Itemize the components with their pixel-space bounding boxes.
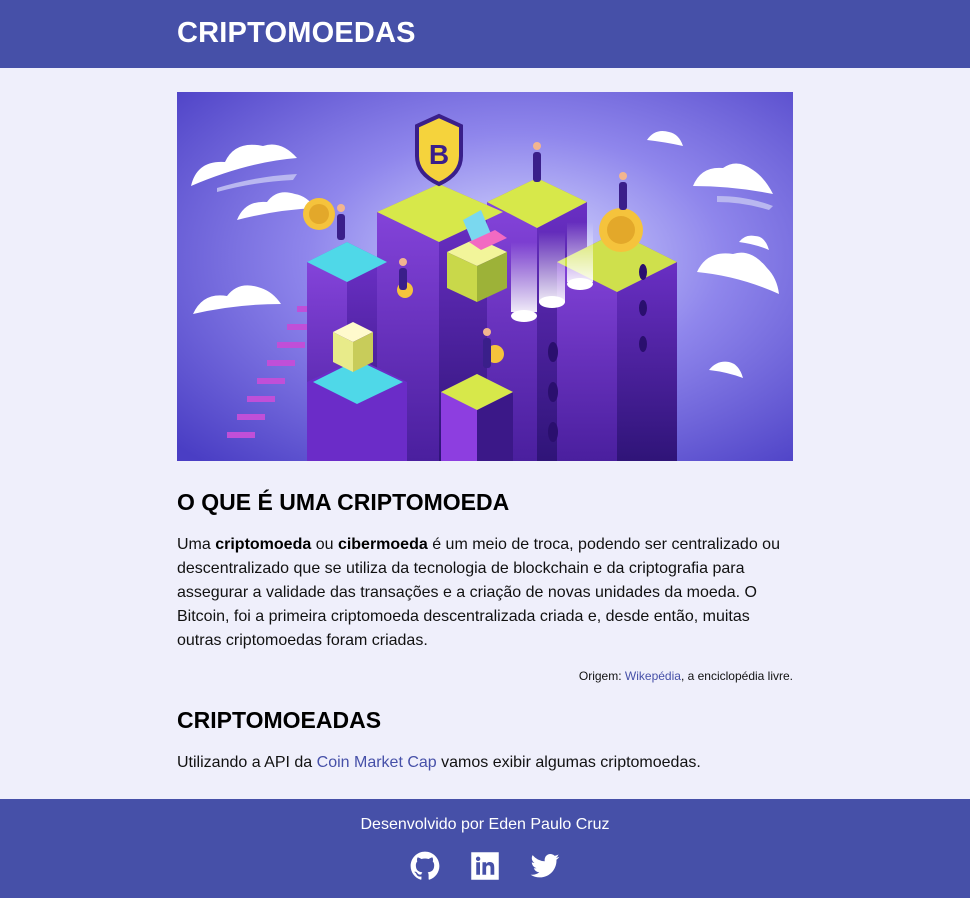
- intro-text: Uma: [177, 536, 216, 553]
- twitter-icon: [530, 853, 560, 878]
- term-cibermoeda: cibermoeda: [337, 536, 428, 553]
- github-icon: [410, 851, 440, 880]
- intro-text: ou: [311, 536, 338, 553]
- api-suffix: vamos exibir algumas criptomoedas.: [436, 754, 701, 771]
- api-paragraph: Utilizando a API da Coin Market Cap vamo…: [177, 754, 793, 772]
- wikipedia-link[interactable]: Wikepédia: [625, 669, 681, 683]
- intro-paragraph: Uma criptomoeda ou cibermoeda é um meio …: [177, 533, 793, 653]
- source-note: Origem: Wikepédia, a enciclopédia livre.: [177, 669, 793, 683]
- footer: Desenvolvido por Eden Paulo Cruz: [0, 799, 970, 898]
- hero-image: B: [177, 92, 793, 461]
- github-link[interactable]: [410, 851, 440, 881]
- what-is-heading: O QUE É UMA CRIPTOMOEDA: [177, 489, 510, 515]
- twitter-link[interactable]: [530, 851, 560, 881]
- site-title[interactable]: CRIPTOMOEDAS: [177, 17, 416, 50]
- crypto-list-heading: CRIPTOMOEADAS: [177, 707, 382, 733]
- linkedin-icon: [471, 852, 499, 880]
- linkedin-link[interactable]: [470, 851, 500, 881]
- coinmarketcap-link[interactable]: Coin Market Cap: [317, 754, 437, 771]
- source-prefix: Origem:: [578, 669, 625, 683]
- term-criptomoeda: criptomoeda: [215, 536, 312, 553]
- top-bar: CRIPTOMOEDAS: [0, 0, 970, 68]
- crypto-city-illustration: B: [177, 92, 793, 461]
- footer-credit: Desenvolvido por Eden Paulo Cruz: [360, 816, 610, 833]
- svg-text:B: B: [429, 139, 449, 170]
- api-prefix: Utilizando a API da: [177, 754, 317, 771]
- source-suffix: , a enciclopédia livre.: [680, 669, 793, 683]
